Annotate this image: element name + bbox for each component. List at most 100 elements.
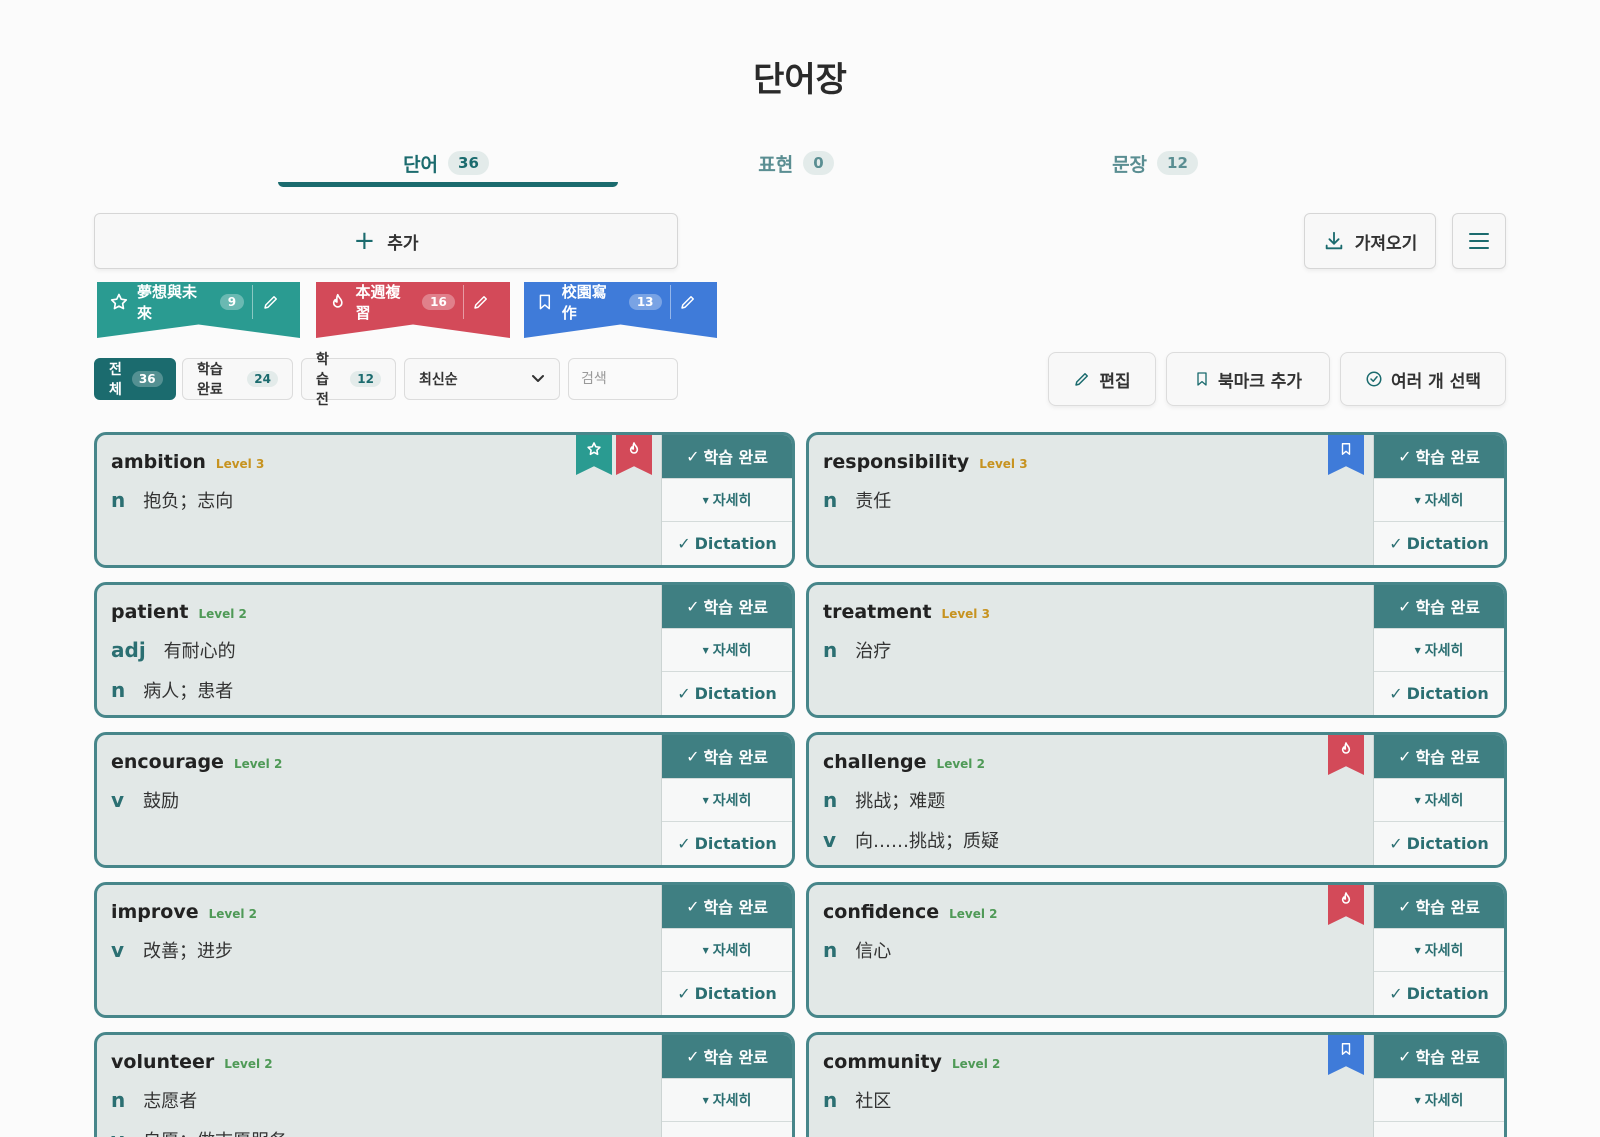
definition-line: n 病人；患者 [111,677,652,703]
check-icon: ✓ [686,746,700,766]
dictation-label: Dictation [694,534,777,554]
detail-button[interactable]: ▼ 자세히 [1374,628,1504,673]
detail-button[interactable]: ▼ 자세히 [1374,1078,1504,1123]
definition-line: v 改善；进步 [111,937,652,963]
detail-button[interactable]: ▼ 자세히 [1374,478,1504,523]
dictation-label: Dictation [694,984,777,1004]
import-button[interactable]: 가져오기 [1304,213,1436,269]
part-of-speech: n [823,1088,838,1112]
done-label: 학습 완료 [703,748,768,768]
detail-button[interactable]: ▼ 자세히 [1374,928,1504,973]
check-icon: ✓ [1398,596,1412,616]
filter-done[interactable]: 학습 완료 24 [182,358,293,400]
fire-icon [1341,892,1351,904]
add-bookmark-button[interactable]: 북마크 추가 [1166,352,1330,406]
check-icon: ✓ [686,896,700,916]
add-label: 추가 [387,233,419,254]
dictation-button[interactable]: ✓Dictation [662,522,792,565]
definition-text: 有耐心的 [163,641,236,662]
detail-label: 자세히 [1424,493,1464,509]
folder-campus-writing[interactable]: 校園寫作 13 [524,282,717,338]
dictation-button[interactable]: ✓Dictation [662,672,792,715]
mark-done-button[interactable]: ✓ 학습 완료 [1374,435,1504,479]
mark-done-button[interactable]: ✓ 학습 완료 [662,735,792,779]
detail-button[interactable]: ▼ 자세히 [662,928,792,973]
edit-button[interactable]: 편집 [1048,352,1156,406]
check-icon: ✓ [686,596,700,616]
detail-button[interactable]: ▼ 자세히 [662,1078,792,1123]
word-card[interactable]: communityLevel 2 n 社区 ✓학습 완료▼자세히✓Dictation [806,1032,1507,1137]
folder-edit-button[interactable] [669,285,705,319]
definition-line: v 鼓励 [111,787,652,813]
caret-down-icon: ▼ [702,495,709,505]
mark-done-button[interactable]: ✓ 학습 완료 [662,585,792,629]
mark-done-button[interactable]: ✓ 학습 완료 [662,435,792,479]
dictation-button[interactable]: ✓Dictation [662,1122,792,1137]
card-content: confidence Level 2 n 信心 [823,897,1364,963]
card-actions: ✓학습 완료▼자세히✓Dictation [661,885,792,1015]
mark-done-button[interactable]: ✓ 학습 완료 [1374,1035,1504,1079]
filter-todo[interactable]: 학습 전 12 [301,352,396,408]
star-icon [110,293,128,310]
mark-done-button[interactable]: ✓ 학습 완료 [662,885,792,929]
dictation-button[interactable]: ✓Dictation [662,822,792,865]
level-badge: Level 3 [215,457,265,471]
dictation-button[interactable]: ✓Dictation [1374,1122,1504,1137]
word-card[interactable]: treatment Level 3 n 治疗 ✓ 학습 완료 ▼ 자세히 ✓ Dictation [806,582,1507,718]
check-icon: ✓ [1389,534,1403,554]
import-label: 가져오기 [1354,233,1418,254]
definition-line: adj 有耐心的 [111,637,652,663]
word-card[interactable]: challenge Level 2 n 挑战；难题 v 向……挑战；质疑 ✓ 학습 완료 ▼ 자세… [806,732,1507,868]
dictation-button[interactable]: ✓Dictation [1374,972,1504,1015]
detail-button[interactable]: ▼ 자세히 [662,478,792,523]
mark-done-button[interactable]: ✓ 학습 완료 [1374,735,1504,779]
dictation-button[interactable]: ✓Dictation [662,972,792,1015]
word-text: encourage [111,751,224,773]
word-card[interactable]: improve Level 2 v 改善；进步 ✓ 학습 완료 ▼ 자세히 ✓ Dictation [94,882,795,1018]
word-text: challenge [823,751,927,773]
detail-button[interactable]: ▼ 자세히 [1374,778,1504,823]
mark-done-button[interactable]: ✓ 학습 완료 [1374,885,1504,929]
folder-label: 夢想與未來 [136,283,197,322]
word-card[interactable]: confidence Level 2 n 信心 ✓ 학습 완료 ▼ 자세히 ✓ Dictation [806,882,1507,1018]
word-line: community Level 2 [823,1051,1364,1073]
folder-weekly-review[interactable]: 本週複習 16 [316,282,510,338]
add-button[interactable]: + 추가 [94,213,678,269]
word-text: treatment [823,601,932,623]
pencil-icon [1075,373,1089,386]
dictation-button[interactable]: ✓Dictation [1374,522,1504,565]
tab-sentences[interactable]: 문장 12 [1100,138,1210,188]
fire-icon [629,442,639,454]
detail-label: 자세히 [712,793,752,809]
definition-text: 抱负；志向 [143,491,234,512]
word-card[interactable]: responsibility Level 3 n 责任 ✓ 학습 완료 ▼ 자세히 ✓ Dicta… [806,432,1507,568]
folder-count: 13 [628,294,662,310]
tab-words[interactable]: 단어 36 [386,138,506,188]
tab-label: 단어 [403,153,439,176]
filter-label: 학습 완료 [197,362,223,398]
folder-edit-button[interactable] [252,285,288,319]
multi-select-button[interactable]: 여러 개 선택 [1340,352,1506,406]
word-card[interactable]: volunteerLevel 2n志愿者v自愿；做志愿服务✓학습 완료▼자세히✓… [94,1032,795,1137]
mark-done-button[interactable]: ✓ 학습 완료 [1374,585,1504,629]
mark-done-button[interactable]: ✓ 학습 완료 [662,1035,792,1079]
tab-expressions[interactable]: 표현 0 [746,138,846,188]
check-icon: ✓ [686,446,700,466]
card-actions: ✓학습 완료▼자세히✓Dictation [1373,585,1504,715]
done-label: 학습 완료 [1415,598,1480,618]
folder-dreams[interactable]: 夢想與未來 9 [97,282,300,338]
word-card[interactable]: patient Level 2 adj 有耐心的 n 病人；患者 ✓ 학습 완료 ▼ 자세히 ✓ Di… [94,582,795,718]
search-input[interactable] [568,358,678,400]
detail-button[interactable]: ▼ 자세히 [662,628,792,673]
sort-select[interactable]: 최신순 [404,358,560,400]
definition-text: 社区 [855,1091,892,1112]
detail-button[interactable]: ▼ 자세히 [662,778,792,823]
folder-edit-button[interactable] [462,285,498,319]
menu-button[interactable] [1452,213,1506,269]
dictation-button[interactable]: ✓Dictation [1374,672,1504,715]
check-icon: ✓ [1389,984,1403,1004]
word-card[interactable]: ambition Level 3 n 抱负；志向 ✓ 학습 완료 ▼ 자세히 ✓ Dictatio… [94,432,795,568]
word-card[interactable]: encourage Level 2 v 鼓励 ✓ 학습 완료 ▼ 자세히 ✓ Dictation [94,732,795,868]
dictation-button[interactable]: ✓Dictation [1374,822,1504,865]
filter-all[interactable]: 전체 36 [94,358,176,400]
